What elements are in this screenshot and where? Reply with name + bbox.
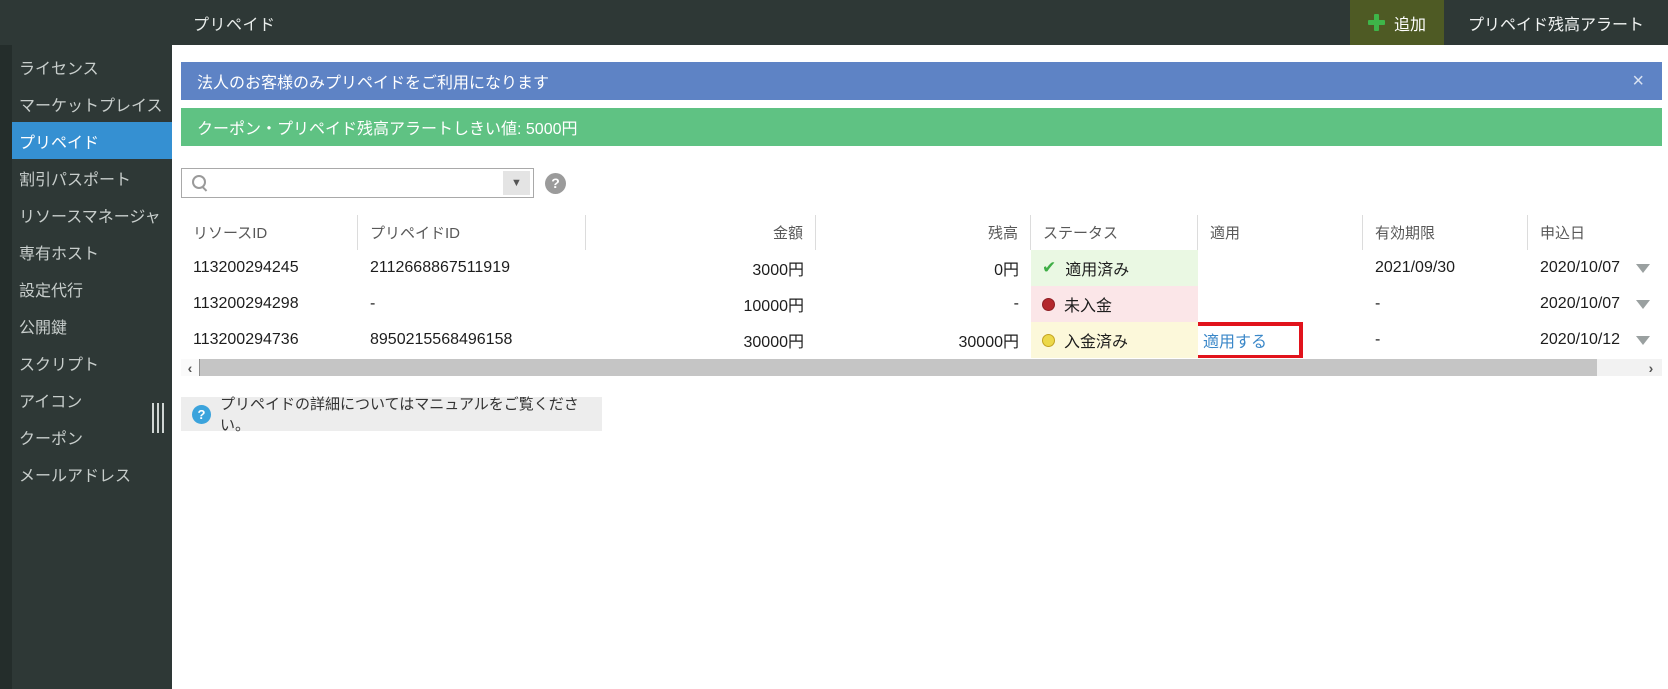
scroll-right-icon[interactable]: ›	[1640, 359, 1662, 376]
cell-apply	[1198, 250, 1363, 286]
info-banner-text: 法人のお客様のみプリペイドをご利用になります	[197, 69, 549, 93]
cell-amount: 10000円	[586, 286, 816, 322]
cell-resource-id: 113200294736	[181, 322, 358, 358]
cell-balance: 0円	[816, 250, 1031, 286]
sidebar-item-setup-agency[interactable]: 設定代行	[12, 270, 172, 307]
info-banner: 法人のお客様のみプリペイドをご利用になります ×	[181, 62, 1662, 100]
status-badge: ✔ 適用済み	[1031, 250, 1198, 286]
cell-expiry: 2021/09/30	[1363, 250, 1528, 286]
cell-resource-id: 113200294298	[181, 286, 358, 322]
plus-icon	[1368, 14, 1385, 31]
cell-row-menu	[1623, 250, 1662, 286]
column-header-expiry: 有効期限	[1363, 215, 1528, 250]
prepaid-balance-alert-button[interactable]: プリペイド残高アラート	[1444, 0, 1668, 45]
main-content: 法人のお客様のみプリペイドをご利用になります × クーポン・プリペイド残高アラー…	[181, 45, 1662, 431]
column-header-amount: 金額	[586, 215, 816, 250]
sidebar-item-resource-manager[interactable]: リソースマネージャ	[12, 196, 172, 233]
table-header: リソースID プリペイドID 金額 残高 ステータス 適用 有効期限 申込日	[181, 215, 1662, 250]
sidebar-item-license[interactable]: ライセンス	[12, 48, 172, 85]
sidebar-resize-grip-icon[interactable]	[152, 403, 166, 433]
column-header-prepaid-id: プリペイドID	[358, 215, 586, 250]
help-bar: ? プリペイドの詳細についてはマニュアルをご覧ください。	[181, 397, 602, 431]
sidebar-item-marketplace[interactable]: マーケットプレイス	[12, 85, 172, 122]
column-header-actions	[1623, 215, 1662, 250]
scroll-left-icon[interactable]: ‹	[181, 359, 199, 376]
check-icon: ✔	[1042, 258, 1056, 278]
search-box: ▼	[181, 168, 534, 198]
search-row: ▼ ?	[181, 168, 1662, 198]
status-badge: 入金済み	[1031, 322, 1198, 358]
sidebar-item-prepaid[interactable]: プリペイド	[12, 122, 172, 159]
cell-prepaid-id: 2112668867511919	[358, 250, 586, 286]
cell-resource-id: 113200294245	[181, 250, 358, 286]
horizontal-scrollbar: ‹ ›	[181, 359, 1662, 376]
top-bar: プリペイド 追加 プリペイド残高アラート	[0, 0, 1668, 45]
sidebar-item-mail-address[interactable]: メールアドレス	[12, 455, 172, 492]
close-icon[interactable]: ×	[1630, 71, 1646, 91]
cell-apply: 適用する	[1198, 322, 1363, 358]
sidebar-item-coupon[interactable]: クーポン	[12, 418, 172, 455]
sidebar: ライセンス マーケットプレイス プリペイド 割引パスポート リソースマネージャ …	[0, 45, 172, 689]
search-input[interactable]	[215, 169, 503, 197]
column-header-apply: 適用	[1198, 215, 1363, 250]
cell-amount: 30000円	[586, 322, 816, 358]
cell-order-date: 2020/10/07	[1528, 250, 1623, 286]
cell-apply	[1198, 286, 1363, 322]
add-button[interactable]: 追加	[1350, 0, 1444, 45]
cell-row-menu	[1623, 286, 1662, 322]
cell-expiry: -	[1363, 322, 1528, 358]
sidebar-nav: ライセンス マーケットプレイス プリペイド 割引パスポート リソースマネージャ …	[0, 45, 172, 492]
apply-link[interactable]: 適用する	[1203, 328, 1267, 352]
sidebar-item-dedicated-host[interactable]: 専有ホスト	[12, 233, 172, 270]
table-row: 113200294298 - 10000円 - 未入金 - 2020/10/07	[181, 286, 1662, 322]
scrollbar-thumb[interactable]	[199, 359, 1597, 376]
cell-order-date: 2020/10/07	[1528, 286, 1623, 322]
cell-prepaid-id: 8950215568496158	[358, 322, 586, 358]
threshold-banner-text: クーポン・プリペイド残高アラートしきい値: 5000円	[197, 115, 578, 139]
status-label: 入金済み	[1064, 328, 1128, 352]
cell-expiry: -	[1363, 286, 1528, 322]
status-label: 未入金	[1064, 292, 1112, 316]
status-badge: 未入金	[1031, 286, 1198, 322]
column-header-status: ステータス	[1031, 215, 1198, 250]
yellow-dot-icon	[1042, 334, 1055, 347]
row-dropdown-icon[interactable]	[1636, 336, 1650, 345]
sidebar-item-script[interactable]: スクリプト	[12, 344, 172, 381]
scrollbar-track[interactable]	[1597, 359, 1640, 376]
red-dot-icon	[1042, 298, 1055, 311]
help-icon: ?	[192, 405, 211, 424]
threshold-banner: クーポン・プリペイド残高アラートしきい値: 5000円	[181, 108, 1662, 146]
search-icon	[191, 174, 209, 192]
row-dropdown-icon[interactable]	[1636, 300, 1650, 309]
help-text: プリペイドの詳細についてはマニュアルをご覧ください。	[220, 393, 602, 435]
row-dropdown-icon[interactable]	[1636, 264, 1650, 273]
column-header-resource-id: リソースID	[181, 215, 358, 250]
column-header-balance: 残高	[816, 215, 1031, 250]
topbar-actions: 追加 プリペイド残高アラート	[1350, 0, 1668, 45]
add-button-label: 追加	[1394, 11, 1426, 35]
table-row: 113200294736 8950215568496158 30000円 300…	[181, 322, 1662, 358]
search-filter-dropdown-button[interactable]: ▼	[503, 171, 530, 195]
cell-row-menu	[1623, 322, 1662, 358]
cell-amount: 3000円	[586, 250, 816, 286]
sidebar-item-public-key[interactable]: 公開鍵	[12, 307, 172, 344]
cell-prepaid-id: -	[358, 286, 586, 322]
chevron-down-icon: ▼	[511, 177, 522, 189]
search-help-icon[interactable]: ?	[545, 173, 566, 194]
status-label: 適用済み	[1065, 256, 1129, 280]
cell-order-date: 2020/10/12	[1528, 322, 1623, 358]
apply-highlight-box: 適用する	[1198, 322, 1303, 358]
table-row: 113200294245 2112668867511919 3000円 0円 ✔…	[181, 250, 1662, 286]
sidebar-item-icon[interactable]: アイコン	[12, 381, 172, 418]
column-header-order-date: 申込日	[1528, 215, 1623, 250]
cell-balance: -	[816, 286, 1031, 322]
cell-balance: 30000円	[816, 322, 1031, 358]
page-title: プリペイド	[193, 11, 276, 35]
sidebar-item-discount-passport[interactable]: 割引パスポート	[12, 159, 172, 196]
